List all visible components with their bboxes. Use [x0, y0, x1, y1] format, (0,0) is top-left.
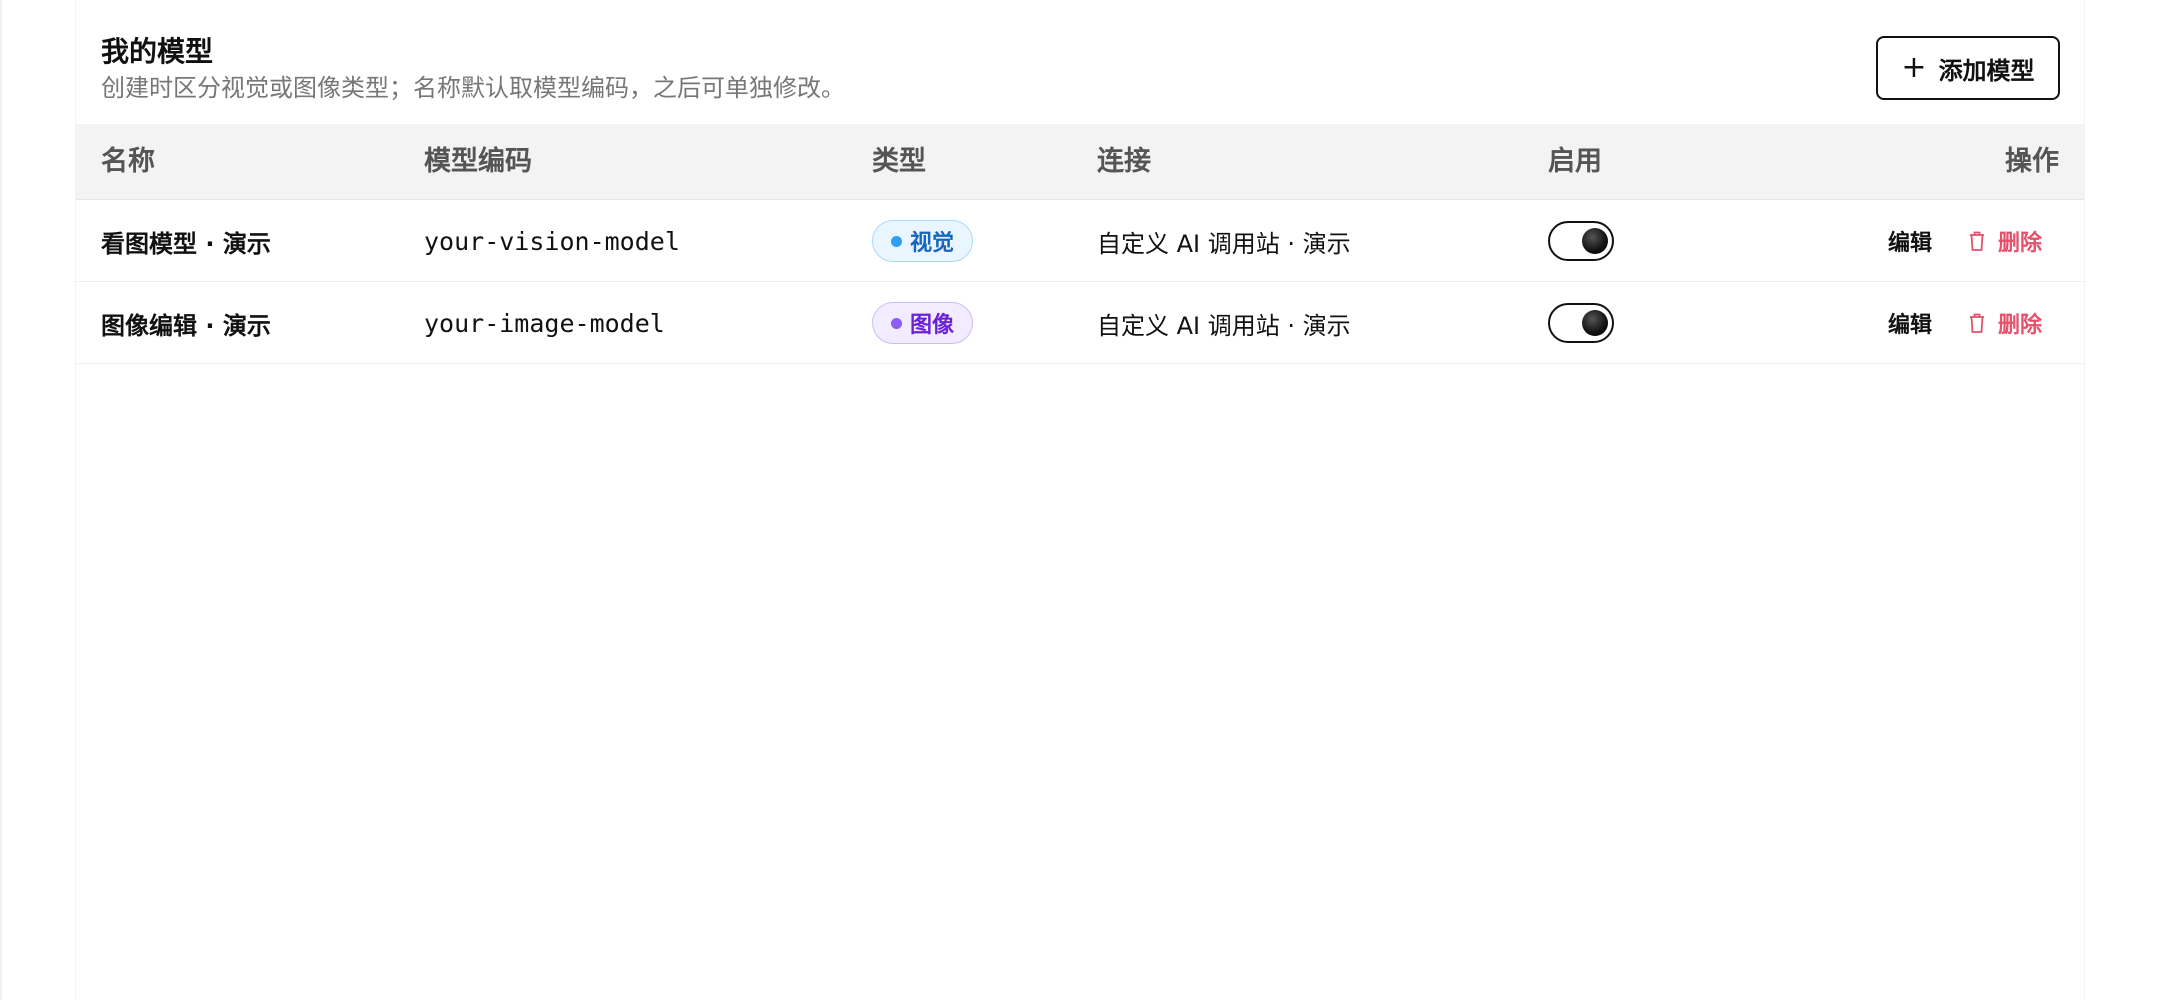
row-name: 图像编辑 · 演示 [101, 311, 271, 340]
plus-icon: + [1901, 50, 1927, 85]
type-badge-label: 视觉 [910, 231, 955, 256]
delete-label: 删除 [1997, 313, 2042, 338]
row-model-code: your-vision-model [424, 226, 680, 256]
column-header-name: 名称 [101, 146, 155, 177]
row-actions: 编辑 删除 [1888, 282, 2042, 364]
trash-icon [1969, 313, 1984, 333]
status-dot-icon [891, 235, 902, 247]
page-subtitle: 创建时区分视觉或图像类型；名称默认取模型编码，之后可单独修改。 [101, 74, 845, 102]
models-panel: 我的模型 创建时区分视觉或图像类型；名称默认取模型编码，之后可单独修改。 + 添… [75, 0, 2085, 1000]
models-table: 名称 模型编码 类型 连接 启用 操作 看图模型 · 演示 your-visio… [76, 124, 2084, 364]
delete-button[interactable]: 删除 [1968, 307, 2042, 339]
page-title: 我的模型 [101, 35, 214, 68]
column-header-actions: 操作 [2005, 146, 2059, 177]
page-edge [0, 0, 2, 1000]
row-type-cell: 图像 [872, 282, 974, 364]
row-type-cell: 视觉 [872, 200, 974, 282]
row-enabled-cell [1548, 282, 1614, 364]
row-connection: 自定义 AI 调用站 · 演示 [1097, 229, 1351, 258]
enabled-toggle[interactable] [1548, 303, 1614, 343]
row-actions: 编辑 删除 [1888, 200, 2042, 282]
column-header-connection: 连接 [1097, 146, 1151, 177]
table-row: 图像编辑 · 演示 your-image-model 图像 自定义 AI 调用站… [76, 282, 2084, 364]
edit-button[interactable]: 编辑 [1888, 307, 1932, 339]
panel-header: 我的模型 创建时区分视觉或图像类型；名称默认取模型编码，之后可单独修改。 + 添… [76, 0, 2084, 124]
row-enabled-cell [1548, 200, 1614, 282]
row-connection: 自定义 AI 调用站 · 演示 [1097, 311, 1351, 340]
edit-button[interactable]: 编辑 [1888, 225, 1932, 257]
column-header-enabled: 启用 [1548, 146, 1602, 177]
type-badge-vision: 视觉 [872, 220, 974, 262]
add-model-button[interactable]: + 添加模型 [1876, 36, 2060, 100]
enabled-toggle[interactable] [1548, 221, 1614, 261]
table-header: 名称 模型编码 类型 连接 启用 操作 [76, 124, 2084, 200]
toggle-knob [1582, 228, 1608, 254]
type-badge-image: 图像 [872, 302, 974, 344]
trash-icon [1969, 231, 1984, 251]
toggle-knob [1582, 310, 1608, 336]
type-badge-label: 图像 [910, 313, 955, 338]
column-header-code: 模型编码 [424, 146, 532, 177]
table-row: 看图模型 · 演示 your-vision-model 视觉 自定义 AI 调用… [76, 200, 2084, 282]
row-name: 看图模型 · 演示 [101, 229, 271, 258]
delete-button[interactable]: 删除 [1968, 225, 2042, 257]
column-header-type: 类型 [872, 146, 926, 177]
delete-label: 删除 [1997, 231, 2042, 256]
add-model-label: 添加模型 [1938, 56, 2035, 85]
row-model-code: your-image-model [424, 308, 665, 338]
status-dot-icon [891, 317, 902, 329]
